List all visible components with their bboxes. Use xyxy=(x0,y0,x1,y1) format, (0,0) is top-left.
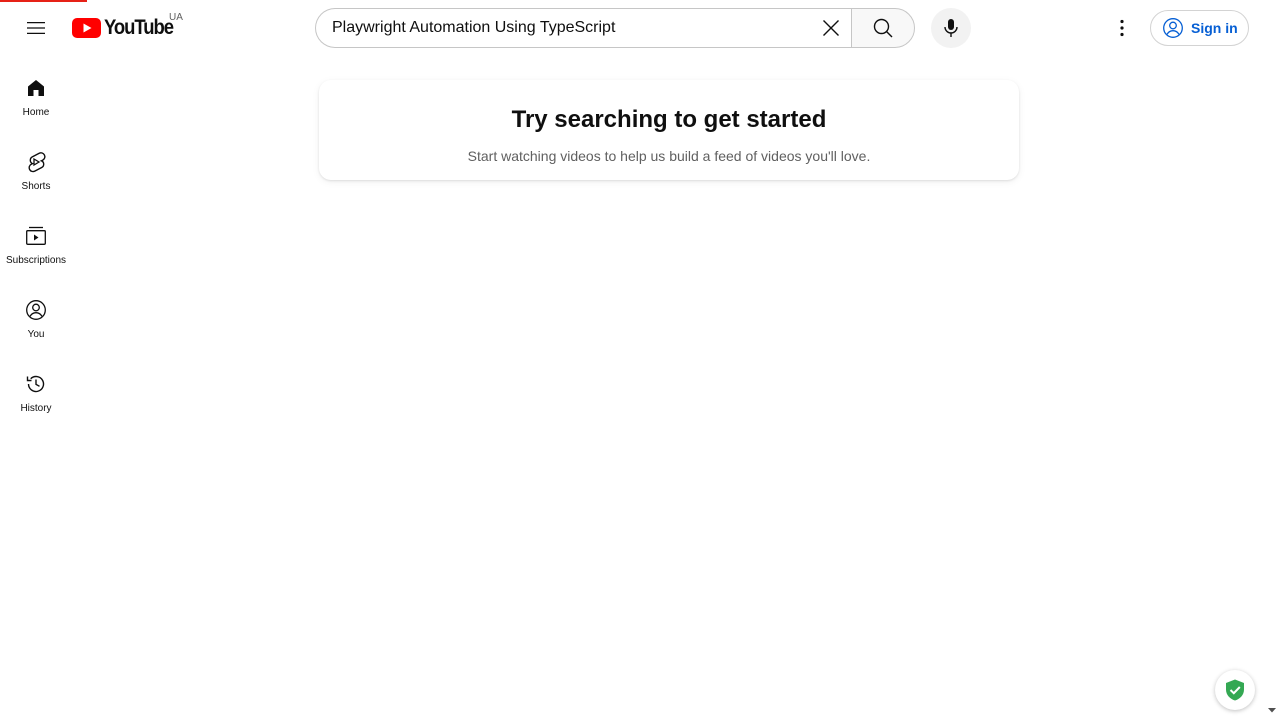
microphone-icon xyxy=(944,19,958,37)
masthead: YouTube UA Playwright Automation Using T… xyxy=(0,0,1280,56)
voice-search-button[interactable] xyxy=(931,8,971,48)
guide-item-label: Subscriptions xyxy=(5,255,67,266)
mini-guide: Home Shorts Subscriptions You History xyxy=(0,56,72,426)
hamburger-menu-icon xyxy=(27,22,45,34)
search-icon xyxy=(873,18,893,38)
guide-item-you[interactable]: You xyxy=(0,278,72,352)
empty-feed-title: Try searching to get started xyxy=(511,106,827,133)
account-circle-icon xyxy=(1163,18,1183,38)
guide-item-label: You xyxy=(27,329,45,340)
guide-item-history[interactable]: History xyxy=(0,352,72,426)
search-button[interactable] xyxy=(851,8,915,48)
youtube-play-logo-icon xyxy=(72,18,101,38)
more-vertical-icon xyxy=(1120,19,1124,37)
search-input[interactable] xyxy=(332,19,792,37)
search-box xyxy=(315,8,852,48)
settings-more-button[interactable] xyxy=(1102,8,1142,48)
close-icon xyxy=(823,20,839,36)
clear-search-button[interactable] xyxy=(812,9,850,47)
youtube-page: YouTube UA Playwright Automation Using T… xyxy=(0,0,1280,720)
sign-in-button[interactable]: Sign in xyxy=(1150,10,1249,46)
youtube-logo[interactable]: YouTube xyxy=(72,16,182,40)
chevron-down-icon[interactable] xyxy=(1267,705,1277,715)
home-icon xyxy=(24,76,48,100)
subscriptions-icon xyxy=(24,224,48,248)
shield-check-icon xyxy=(1226,679,1244,701)
country-code: UA xyxy=(169,12,183,23)
sign-in-label: Sign in xyxy=(1191,20,1238,36)
guide-item-label: History xyxy=(20,403,52,414)
empty-feed-prompt: Try searching to get started Start watch… xyxy=(319,80,1019,180)
guide-item-home[interactable]: Home xyxy=(0,56,72,130)
security-extension-badge[interactable] xyxy=(1215,670,1255,710)
guide-item-subscriptions[interactable]: Subscriptions xyxy=(0,204,72,278)
empty-feed-subtitle: Start watching videos to help us build a… xyxy=(467,148,871,164)
shorts-icon xyxy=(24,150,48,174)
guide-item-label: Shorts xyxy=(21,181,51,192)
loading-progress-bar xyxy=(0,0,1280,2)
guide-item-shorts[interactable]: Shorts xyxy=(0,130,72,204)
account-circle-icon xyxy=(24,298,48,322)
youtube-logo-text: YouTube xyxy=(104,16,174,39)
guide-menu-button[interactable] xyxy=(16,8,56,48)
history-icon xyxy=(24,372,48,396)
guide-item-label: Home xyxy=(22,107,50,118)
loading-progress-fill xyxy=(0,0,88,2)
